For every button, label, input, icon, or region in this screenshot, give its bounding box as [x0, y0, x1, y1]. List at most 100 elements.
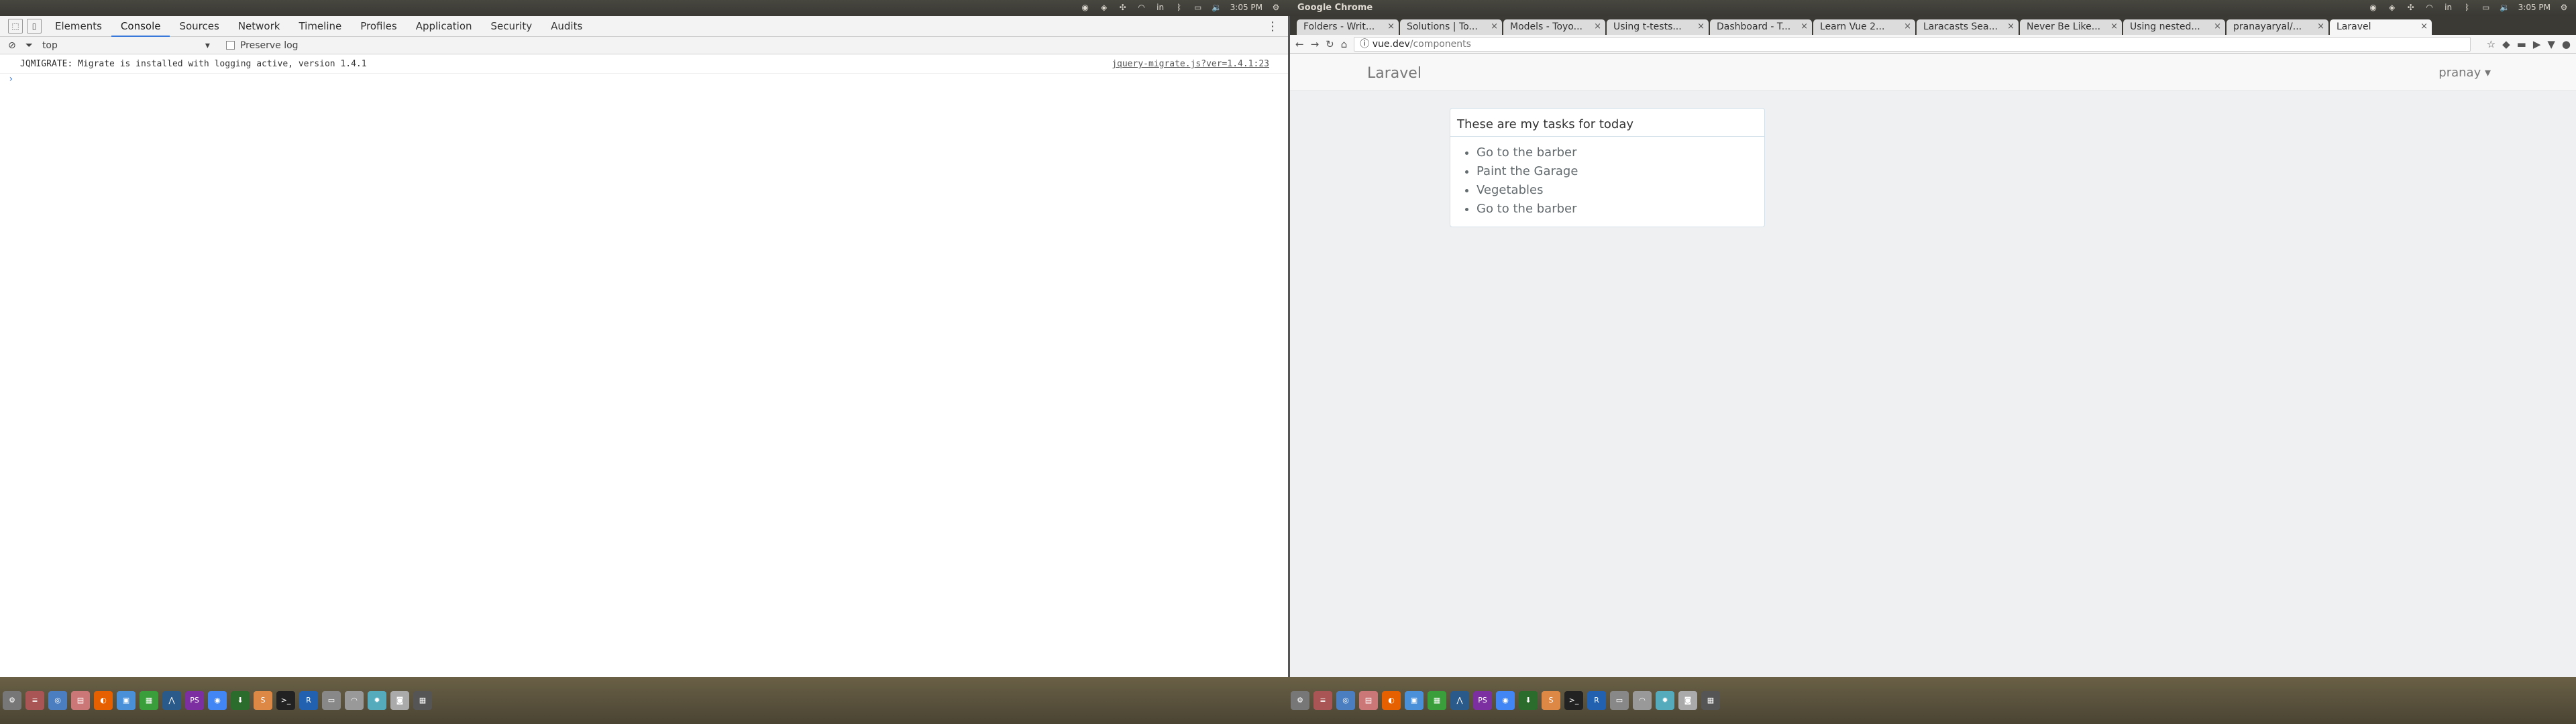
browser-tab[interactable]: Folders - Writ... × [1297, 19, 1399, 35]
bluetooth-icon[interactable]: ᛒ [2462, 2, 2473, 13]
terminal-icon[interactable]: >_ [1564, 691, 1583, 710]
preserve-log-checkbox[interactable] [225, 41, 235, 50]
extension-icon[interactable]: ◆ [2502, 38, 2510, 50]
chrome-icon[interactable]: ◉ [208, 691, 227, 710]
firefox-icon[interactable]: ◐ [94, 691, 113, 710]
browser-tab[interactable]: Laravel × [2330, 19, 2432, 35]
docs-icon[interactable]: ▣ [117, 691, 136, 710]
close-icon[interactable]: × [1387, 21, 1395, 32]
workspace-icon[interactable]: ▦ [1701, 691, 1720, 710]
close-icon[interactable]: × [1594, 21, 1601, 32]
sun-icon[interactable]: ✹ [1656, 691, 1674, 710]
sublime-icon[interactable]: S [254, 691, 272, 710]
sun-icon[interactable]: ✹ [368, 691, 386, 710]
clear-console-icon[interactable]: ⊘ [8, 40, 16, 51]
extension-icon[interactable]: ▼ [2547, 38, 2555, 50]
linkedin-icon[interactable]: in [2443, 2, 2454, 13]
home-icon[interactable]: ⌂ [1341, 38, 1348, 50]
tab-audits[interactable]: Audits [541, 16, 592, 37]
close-icon[interactable]: × [1801, 21, 1808, 32]
console-prompt[interactable]: › [0, 74, 1288, 84]
files-icon[interactable]: ▤ [71, 691, 90, 710]
chrome-tray-icon[interactable]: ◉ [2368, 2, 2379, 13]
settings-icon[interactable]: ⚙ [3, 691, 21, 710]
tab-profiles[interactable]: Profiles [351, 16, 406, 37]
device-toggle-icon[interactable]: ▯ [27, 19, 42, 34]
linkedin-icon[interactable]: in [1155, 2, 1166, 13]
close-icon[interactable]: × [2317, 21, 2324, 32]
tab-timeline[interactable]: Timeline [289, 16, 351, 37]
r-icon[interactable]: R [1587, 691, 1606, 710]
tab-application[interactable]: Application [407, 16, 482, 37]
browser-tab[interactable]: Solutions | To... × [1400, 19, 1502, 35]
url-input[interactable]: ⓘ vue.dev/components [1354, 36, 2471, 52]
close-icon[interactable]: × [1904, 21, 1911, 32]
filter-icon[interactable]: ⏷ [25, 40, 33, 51]
network-icon[interactable]: ✣ [2406, 2, 2416, 13]
tab-security[interactable]: Security [482, 16, 542, 37]
docs-icon[interactable]: ▣ [1405, 691, 1424, 710]
close-icon[interactable]: × [2420, 21, 2428, 32]
browser-tab[interactable]: Using nested... × [2123, 19, 2225, 35]
star-icon[interactable]: ☆ [2487, 38, 2496, 50]
phpstorm-icon[interactable]: PS [185, 691, 204, 710]
console-source-link[interactable]: jquery-migrate.js?ver=1.4.1:23 [1112, 59, 1269, 69]
browser-tab[interactable]: Dashboard - T... × [1710, 19, 1812, 35]
browser-tab[interactable]: Never Be Like... × [2020, 19, 2122, 35]
wireshark-icon[interactable]: ⋀ [162, 691, 181, 710]
more-menu-icon[interactable]: ⋮ [1267, 19, 1279, 34]
info-icon[interactable]: ⓘ [1360, 39, 1369, 50]
tab-network[interactable]: Network [229, 16, 290, 37]
console-output[interactable]: JQMIGRATE: Migrate is installed with log… [0, 55, 1288, 677]
volume-icon[interactable]: 🔉 [2500, 2, 2510, 13]
wifi-icon[interactable]: ◠ [2424, 2, 2435, 13]
battery-icon[interactable]: ▭ [1193, 2, 1203, 13]
close-icon[interactable]: × [2007, 21, 2015, 32]
forward-icon[interactable]: → [1311, 38, 1320, 50]
gear-icon[interactable]: ⚙ [1271, 2, 1281, 13]
firefox-icon[interactable]: ◐ [1382, 691, 1401, 710]
browser-tab[interactable]: Learn Vue 2... × [1813, 19, 1915, 35]
camera-icon[interactable]: ◙ [390, 691, 409, 710]
brand-link[interactable]: Laravel [1367, 65, 1421, 82]
battery-icon[interactable]: ▭ [2481, 2, 2491, 13]
tab-elements[interactable]: Elements [46, 16, 111, 37]
shield-icon[interactable]: ◈ [1099, 2, 1110, 13]
bluetooth-icon[interactable]: ᛒ [1174, 2, 1185, 13]
tab-sources[interactable]: Sources [170, 16, 228, 37]
back-icon[interactable]: ← [1295, 38, 1304, 50]
wifi-dock-icon[interactable]: ◠ [345, 691, 364, 710]
wifi-dock-icon[interactable]: ◠ [1633, 691, 1652, 710]
chromium-icon[interactable]: ◎ [48, 691, 67, 710]
extension-icon[interactable]: ● [2562, 38, 2571, 50]
phpstorm-icon[interactable]: PS [1473, 691, 1492, 710]
close-icon[interactable]: × [2214, 21, 2221, 32]
preserve-log-option[interactable]: Preserve log [225, 40, 299, 51]
mixer-icon[interactable]: ≡ [1313, 691, 1332, 710]
volume-icon[interactable]: 🔉 [1212, 2, 1222, 13]
browser-tab[interactable]: Models - Toyo... × [1503, 19, 1605, 35]
terminal-icon[interactable]: >_ [276, 691, 295, 710]
close-icon[interactable]: × [1697, 21, 1705, 32]
close-icon[interactable]: × [1491, 21, 1498, 32]
shield-icon[interactable]: ◈ [2387, 2, 2398, 13]
chrome-icon[interactable]: ◉ [1496, 691, 1515, 710]
mixer-icon[interactable]: ≡ [25, 691, 44, 710]
extension-icon[interactable]: ▶ [2533, 38, 2541, 50]
browser-tab[interactable]: Using t-tests... × [1607, 19, 1709, 35]
workspace-icon[interactable]: ▦ [413, 691, 432, 710]
browser-tab[interactable]: pranayaryal/... × [2226, 19, 2328, 35]
wireshark-icon[interactable]: ⋀ [1450, 691, 1469, 710]
download-icon[interactable]: ⬇ [231, 691, 250, 710]
camera-icon[interactable]: ◙ [1678, 691, 1697, 710]
tab-console[interactable]: Console [111, 16, 170, 37]
settings-icon[interactable]: ⚙ [1291, 691, 1309, 710]
user-dropdown[interactable]: pranay ▾ [2438, 66, 2491, 80]
r-icon[interactable]: R [299, 691, 318, 710]
close-icon[interactable]: × [2110, 21, 2118, 32]
drive-icon[interactable]: ▭ [322, 691, 341, 710]
inspect-icon[interactable]: ⬚ [8, 19, 23, 34]
gear-icon[interactable]: ⚙ [2559, 2, 2569, 13]
wifi-icon[interactable]: ◠ [1136, 2, 1147, 13]
calc-icon[interactable]: ▦ [140, 691, 158, 710]
